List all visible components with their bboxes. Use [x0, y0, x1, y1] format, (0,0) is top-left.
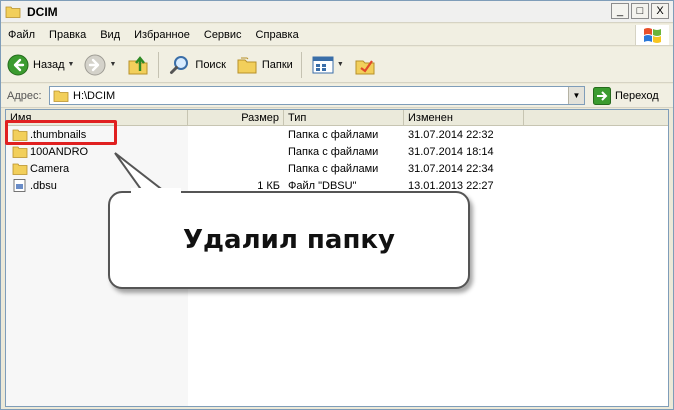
up-folder-icon: [128, 55, 148, 74]
chevron-down-icon[interactable]: ▼: [68, 61, 75, 68]
views-icon: [312, 56, 334, 73]
title-bar[interactable]: DCIM _ □ X: [1, 1, 673, 23]
column-header-type[interactable]: Тип: [284, 110, 404, 126]
address-label: Адрес:: [7, 89, 42, 102]
menu-file[interactable]: Файл: [1, 29, 42, 41]
menu-tools[interactable]: Сервис: [197, 29, 249, 41]
chevron-down-icon[interactable]: ▼: [109, 61, 116, 68]
back-button[interactable]: Назад ▼: [3, 50, 78, 80]
column-header-size[interactable]: Размер: [188, 110, 284, 126]
menu-bar: Файл Правка Вид Избранное Сервис Справка: [1, 24, 673, 46]
toolbar: Назад ▼ ▼ Поиск Папки ▼: [1, 47, 673, 83]
search-button[interactable]: Поиск: [165, 50, 229, 80]
toolbar-separator: [300, 51, 302, 78]
highlight-box: [5, 120, 117, 145]
folders-button[interactable]: Папки: [232, 50, 297, 80]
file-type: Папка с файлами: [288, 162, 379, 175]
address-dropdown-button[interactable]: ▼: [568, 87, 584, 104]
windows-logo-icon: [635, 25, 669, 45]
address-bar: Адрес: H:\DCIM ▼ Переход: [1, 84, 673, 108]
sync-button[interactable]: [350, 50, 380, 80]
minimize-button[interactable]: _: [611, 3, 629, 19]
file-size: [192, 126, 280, 143]
views-button[interactable]: ▼: [308, 50, 348, 80]
file-size: [192, 143, 280, 160]
forward-arrow-icon: [84, 54, 106, 75]
toolbar-separator: [158, 51, 160, 78]
folder-icon: [5, 6, 21, 18]
folder-icon: [12, 146, 28, 158]
explorer-window: DCIM _ □ X Файл Правка Вид Избранное Сер…: [0, 0, 674, 410]
file-type: Папка с файлами: [288, 128, 379, 141]
close-button[interactable]: X: [651, 3, 669, 19]
address-input[interactable]: H:\DCIM ▼: [49, 86, 585, 105]
search-label: Поиск: [195, 58, 226, 71]
menu-view[interactable]: Вид: [93, 29, 127, 41]
menu-help[interactable]: Справка: [249, 29, 306, 41]
file-modified: 31.07.2014 22:34: [408, 162, 494, 175]
chevron-down-icon[interactable]: ▼: [337, 61, 344, 68]
callout-text: Удалил папку: [182, 225, 395, 255]
list-item[interactable]: 100ANDRO Папка с файлами 31.07.2014 18:1…: [6, 143, 668, 160]
forward-button[interactable]: ▼: [80, 50, 120, 80]
window-title: DCIM: [27, 4, 58, 19]
go-arrow-icon: [593, 86, 611, 105]
file-name: .dbsu: [30, 179, 57, 192]
file-icon: [13, 179, 26, 192]
folder-sync-icon: [355, 59, 375, 74]
file-name: 100ANDRO: [30, 145, 89, 158]
maximize-button[interactable]: □: [631, 3, 649, 19]
callout-tail-joint: [131, 188, 181, 196]
file-name: Camera: [30, 162, 70, 175]
go-label: Переход: [615, 89, 659, 102]
callout-bubble: Удалил папку: [108, 191, 470, 289]
file-modified: 31.07.2014 22:32: [408, 128, 494, 141]
menu-favorites[interactable]: Избранное: [127, 29, 197, 41]
folder-icon: [12, 163, 28, 175]
back-arrow-icon: [7, 54, 29, 75]
file-type: Папка с файлами: [288, 145, 379, 158]
back-label: Назад: [33, 58, 65, 71]
file-modified: 31.07.2014 18:14: [408, 145, 494, 158]
column-header-modified[interactable]: Изменен: [404, 110, 524, 126]
search-icon: [170, 55, 189, 74]
go-button[interactable]: Переход: [593, 85, 659, 106]
folders-icon: [237, 57, 257, 73]
address-value: H:\DCIM: [73, 89, 116, 102]
folders-label: Папки: [261, 58, 293, 71]
menu-edit[interactable]: Правка: [42, 29, 93, 41]
folder-icon: [53, 90, 69, 102]
list-item[interactable]: Camera Папка с файлами 31.07.2014 22:34: [6, 160, 668, 177]
file-size: [192, 160, 280, 177]
up-folder-button[interactable]: [122, 50, 154, 80]
